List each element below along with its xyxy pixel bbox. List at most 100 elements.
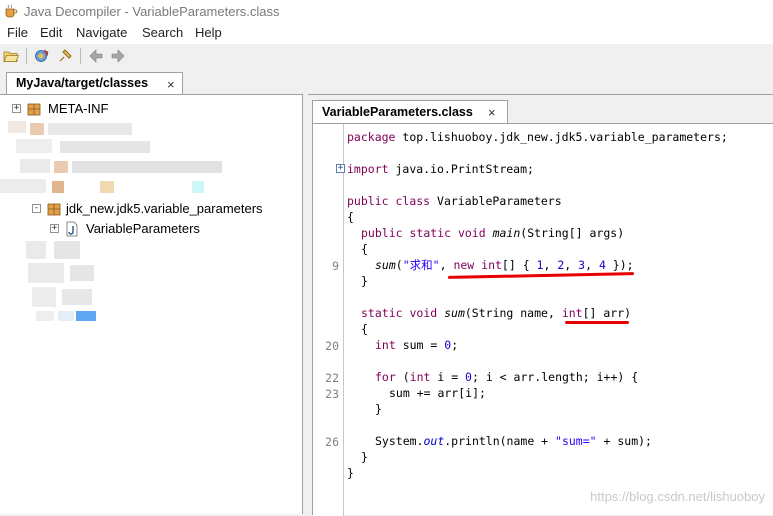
code-line-for-loop: for (int i = 0; i < arr.length; i++) { [375,370,638,385]
code-line-brace: } [361,274,368,289]
code-text: } [361,274,368,288]
redacted-block [192,181,204,193]
tab-myjava-classes[interactable]: MyJava/target/classes × [6,72,183,94]
open-type-icon[interactable] [34,48,50,64]
menu-search[interactable]: Search [142,25,183,40]
expand-icon[interactable]: + [50,224,59,233]
close-icon[interactable]: × [488,105,496,120]
code-line-main-decl: public static void main(String[] args) [361,226,624,241]
tab-label: MyJava/target/classes [16,76,149,90]
code-view[interactable]: + 9 20 22 23 26 package top.lishuoboy.jd… [312,123,773,516]
menu-navigate[interactable]: Navigate [76,25,127,40]
watermark: https://blog.csdn.net/lishuoboy [590,489,765,504]
code-text: } [375,402,382,416]
code-text: { [347,210,354,224]
keyword: public [361,226,403,240]
keyword: new [453,258,475,272]
redacted-block [72,161,222,173]
menu-file[interactable]: File [7,25,28,40]
method-name: sum [437,306,465,320]
code-text: System. [375,434,424,448]
redacted-block [28,263,64,283]
code-text: ; [451,338,459,352]
code-text: ( [395,370,410,384]
code-line-println: System.out.println(name + "sum=" + sum); [375,434,652,449]
tab-variable-parameters-class[interactable]: VariableParameters.class × [312,100,508,123]
code-text: sum += arr[i]; [389,386,486,400]
redacted-block [76,311,96,321]
menu-edit[interactable]: Edit [40,25,62,40]
code-text: [] { [501,258,537,272]
redacted-block [26,241,46,259]
tree-item-jdk5-package[interactable]: - jdk_new.jdk5.variable_parameters [0,200,300,218]
code-line-brace: } [361,450,368,465]
code-line-brace: } [375,402,382,417]
line-number: 20 [325,339,339,353]
pin-icon[interactable] [57,48,73,64]
redacted-block [0,179,46,193]
tree-item-label: jdk_new.jdk5.variable_parameters [66,201,263,216]
keyword: int [561,306,583,320]
keyword: class [388,194,431,208]
code-text: ; i < arr.length; i++) { [471,370,639,384]
package-tree: + META-INF - jdk_new.jdk5.variable_param… [0,94,303,514]
code-line-sum-call: sum("求和", new int[] { 1, 2, 3, 4 }); [375,258,634,273]
code-text: ( [395,258,403,272]
line-gutter: + 9 20 22 23 26 [313,124,345,516]
keyword: void [402,306,438,320]
close-icon[interactable]: × [167,77,175,92]
keyword: for [375,370,396,384]
expand-fold-icon[interactable]: + [336,164,345,173]
line-number: 22 [325,371,339,385]
code-line-init-sum: int sum = 0; [375,338,458,353]
code-text: i = [430,370,466,384]
keyword: int [375,338,396,352]
redacted-block [52,181,64,193]
red-underline-annotation [565,321,629,324]
toolbar-separator [80,48,81,64]
method-name: main [485,226,521,240]
code-text: }); [605,258,634,272]
code-text: , [564,258,579,272]
back-arrow-icon[interactable] [88,48,104,64]
code-text: , [439,258,454,272]
menu-help[interactable]: Help [195,25,222,40]
redacted-block [30,123,44,135]
open-file-icon[interactable] [3,48,19,64]
code-text: java.io.PrintStream; [388,162,534,176]
redacted-block [32,287,56,307]
keyword: void [451,226,486,240]
string-literal: "sum=" [555,434,597,448]
expand-icon[interactable]: + [12,104,21,113]
method-name: sum [375,258,396,272]
string-literal: "求和" [402,258,440,272]
tree-item-meta-inf[interactable]: + META-INF [0,100,300,118]
code-text: } [347,466,354,480]
tree-item-variable-parameters[interactable]: + VariableParameters [0,220,300,238]
window-title: Java Decompiler - VariableParameters.cla… [24,4,280,19]
code-text: (String name, [464,306,562,320]
forward-arrow-icon[interactable] [110,48,126,64]
code-text: .println(name + [444,434,556,448]
collapse-icon[interactable]: - [32,204,41,213]
code-text: top.lishuoboy.jdk_new.jdk5.variable_para… [395,130,728,144]
line-number: 23 [325,387,339,401]
keyword: int [409,370,431,384]
code-text: { [361,242,368,256]
redacted-block [62,289,92,305]
tree-item-label: META-INF [48,101,109,116]
package-icon [27,103,41,116]
redacted-block [16,139,52,153]
number-literal: 0 [465,370,472,384]
package-icon [47,203,61,216]
keyword: import [347,162,389,176]
code-text: (String[] args) [520,226,625,240]
code-text: , [543,258,558,272]
coffee-cup-icon [5,4,18,18]
code-text: + sum); [596,434,652,448]
redacted-block [54,161,68,173]
line-number: 9 [332,259,339,273]
java-class-file-icon [66,221,78,237]
title-bar: Java Decompiler - VariableParameters.cla… [0,0,773,24]
code-line-brace: { [361,242,368,257]
